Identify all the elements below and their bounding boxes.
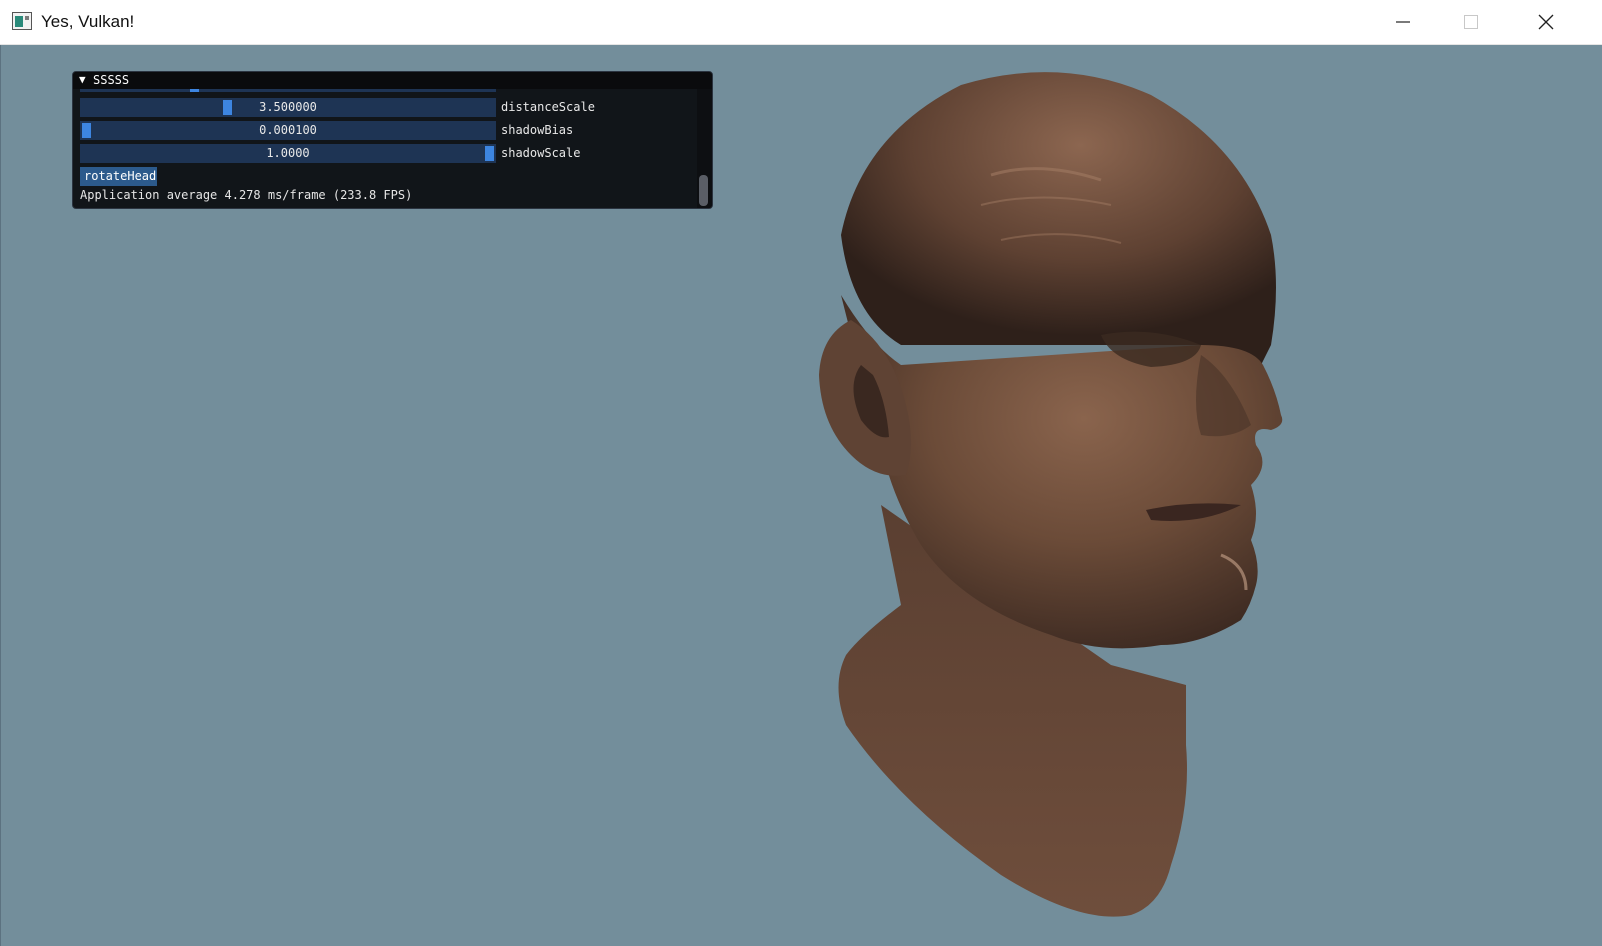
close-icon [1538, 14, 1554, 30]
scrollbar-thumb[interactable] [699, 175, 708, 206]
minimize-button[interactable] [1394, 0, 1462, 44]
collapse-arrow-icon[interactable]: ▼ [79, 73, 86, 86]
slider-value: 1.0000 [266, 146, 310, 160]
window-title: Yes, Vulkan! [41, 12, 135, 31]
slider-label: shadowScale [501, 146, 581, 160]
shadow-bias-slider[interactable]: 0.000100 [80, 121, 496, 140]
close-button[interactable] [1532, 0, 1602, 44]
clipped-slider[interactable] [80, 89, 496, 92]
slider-value: 0.000100 [259, 123, 317, 137]
window-titlebar[interactable]: Yes, Vulkan! [0, 0, 1602, 45]
shadow-scale-slider[interactable]: 1.0000 [80, 144, 496, 163]
maximize-button[interactable] [1462, 0, 1530, 44]
slider-label: distanceScale [501, 100, 595, 114]
minimize-icon [1396, 21, 1410, 23]
render-viewport[interactable]: ▼ SSSSS 3.500000 distanceScale 0.000100 … [0, 45, 1602, 946]
slider-grab[interactable] [190, 89, 199, 92]
panel-titlebar[interactable]: ▼ SSSSS [73, 72, 712, 89]
app-icon [12, 12, 32, 30]
rotate-head-button[interactable]: rotateHead [80, 167, 157, 186]
distance-scale-slider[interactable]: 3.500000 [80, 98, 496, 117]
sssss-settings-panel[interactable]: ▼ SSSSS 3.500000 distanceScale 0.000100 … [72, 71, 713, 209]
slider-value: 3.500000 [259, 100, 317, 114]
maximize-icon [1464, 15, 1478, 29]
fps-readout: Application average 4.278 ms/frame (233.… [80, 188, 413, 202]
panel-title: SSSSS [93, 73, 130, 87]
slider-label: shadowBias [501, 123, 574, 137]
